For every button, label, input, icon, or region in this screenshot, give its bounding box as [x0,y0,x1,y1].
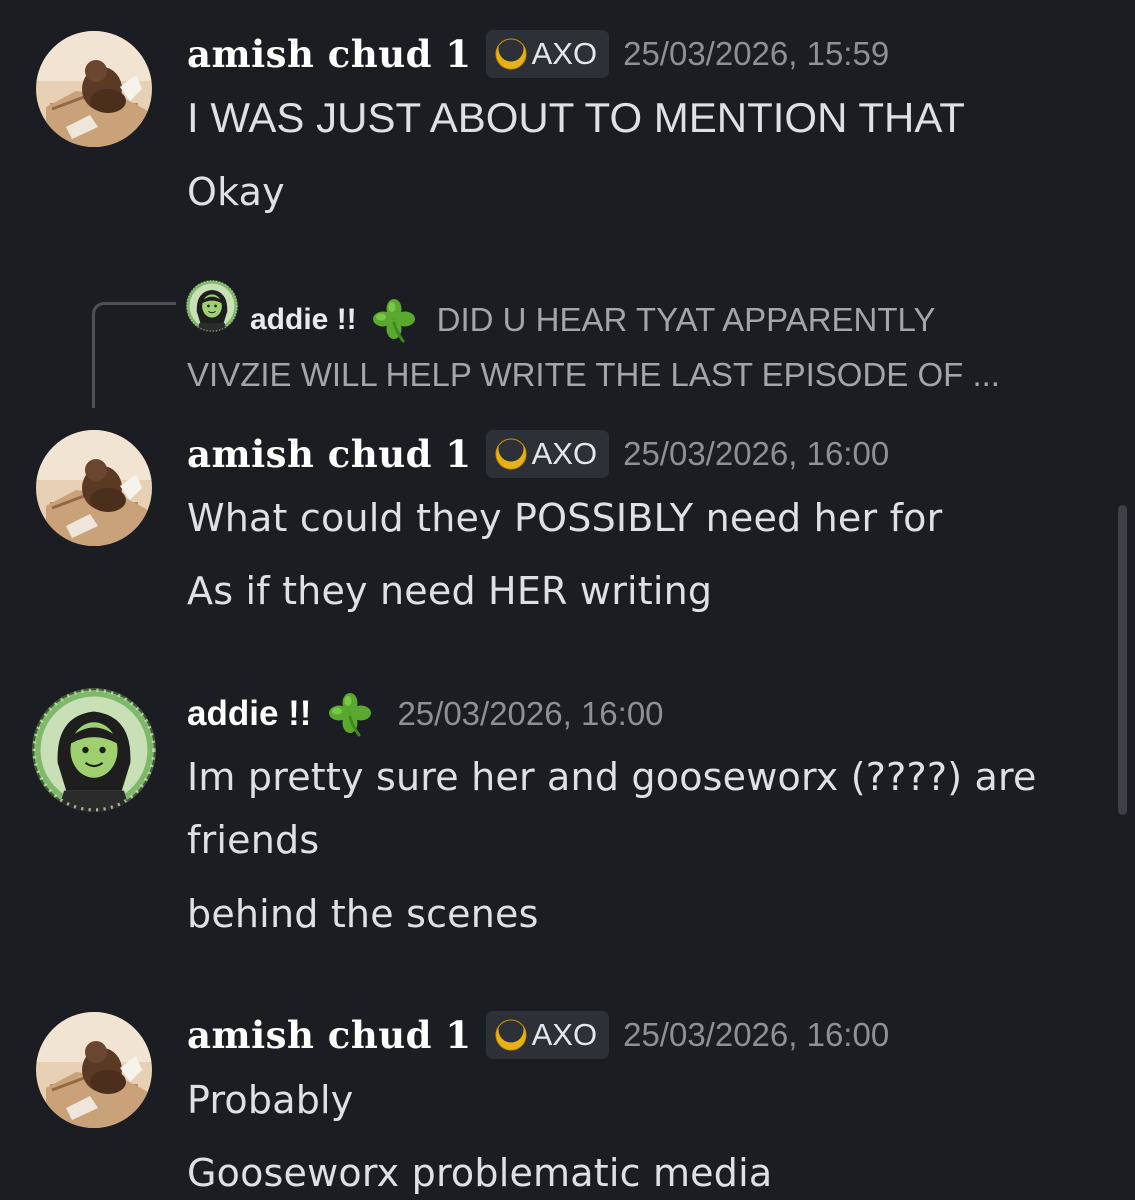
message-line: friends [187,818,320,862]
timestamp: 25/03/2026, 15:59 [623,35,890,72]
message-header: amish chud 1 AXO 25/03/2026, 16:00 [187,1007,889,1063]
crescent-moon-icon [494,437,528,471]
reply-connector-line [92,302,176,408]
timestamp: 25/03/2026, 16:00 [623,435,890,472]
avatar[interactable] [36,1012,152,1128]
message-header: addie !! 25/03/2026, 16:00 [187,686,664,742]
timestamp: 25/03/2026, 16:00 [623,1016,890,1053]
four-leaf-clover-icon [327,691,373,737]
message-line: Okay [187,170,285,214]
reply-text-continued[interactable]: VIVZIE WILL HELP WRITE THE LAST EPISODE … [187,356,1000,394]
message-line: Gooseworx problematic media [187,1151,773,1195]
message-list: amish chud 1 AXO 25/03/2026, 15:59 I WAS… [0,0,1135,1200]
message-line: Im pretty sure her and gooseworx (????) … [187,755,1037,799]
avatar[interactable] [36,430,152,546]
username[interactable]: amish chud 1 [187,1013,472,1057]
username[interactable]: amish chud 1 [187,32,472,76]
message-header: amish chud 1 AXO 25/03/2026, 16:00 [187,426,889,482]
reply-preview[interactable]: addie !! DID U HEAR TYAT APPARENTLY [250,294,935,346]
message-line: Probably [187,1078,354,1122]
message-line: behind the scenes [187,892,539,936]
server-tag-badge[interactable]: AXO [485,1011,610,1059]
message-line: As if they need HER writing [187,569,713,613]
four-leaf-clover-icon [371,297,417,343]
reply-avatar[interactable] [186,280,238,332]
timestamp: 25/03/2026, 16:00 [397,695,664,732]
crescent-moon-icon [494,37,528,71]
server-tag-badge[interactable]: AXO [485,430,610,478]
username[interactable]: addie !! [187,694,311,734]
server-tag-badge[interactable]: AXO [485,30,610,78]
avatar[interactable] [32,688,156,812]
message-line: What could they POSSIBLY need her for [187,496,943,540]
crescent-moon-icon [494,1018,528,1052]
message-line: I WAS JUST ABOUT TO MENTION THAT [187,94,965,141]
reply-text[interactable]: DID U HEAR TYAT APPARENTLY [437,301,936,339]
message-header: amish chud 1 AXO 25/03/2026, 15:59 [187,26,889,82]
username[interactable]: amish chud 1 [187,432,472,476]
scrollbar-thumb[interactable] [1118,505,1127,815]
server-tag-label: AXO [531,36,598,71]
avatar[interactable] [36,31,152,147]
server-tag-label: AXO [531,1017,598,1052]
server-tag-label: AXO [531,436,598,471]
reply-username[interactable]: addie !! [250,303,357,337]
